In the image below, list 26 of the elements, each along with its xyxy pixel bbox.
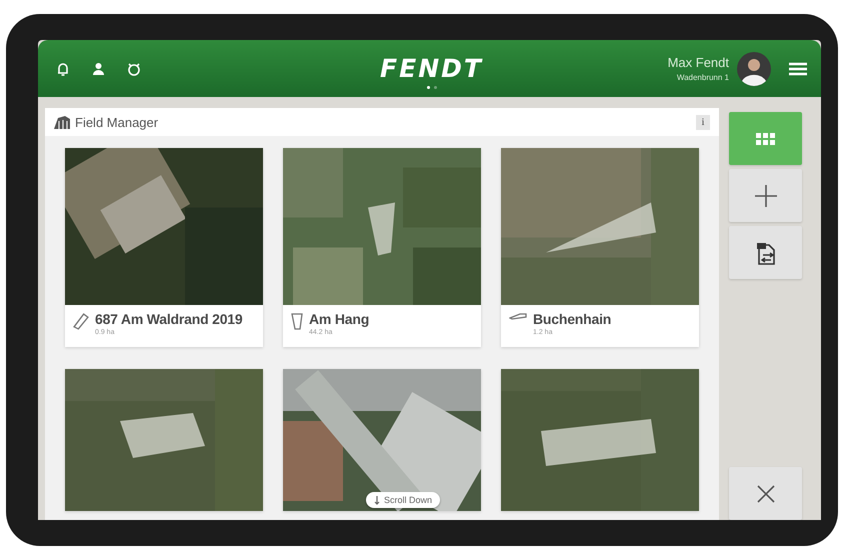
field-name: Am Hang bbox=[309, 311, 370, 327]
file-exchange-icon bbox=[756, 240, 776, 264]
menu-icon[interactable] bbox=[789, 62, 807, 76]
field-name: 687 Am Waldrand 2019 bbox=[95, 311, 242, 327]
field-icon bbox=[53, 115, 71, 129]
field-shape-icon bbox=[509, 313, 527, 320]
close-icon bbox=[756, 484, 776, 504]
grid-icon bbox=[756, 132, 775, 144]
field-shape-icon bbox=[73, 313, 89, 330]
arrow-down-icon bbox=[374, 496, 380, 504]
timer-icon[interactable] bbox=[127, 62, 141, 76]
info-button[interactable]: i bbox=[696, 114, 710, 130]
field-shape-icon bbox=[291, 313, 303, 330]
panel-title: Field Manager bbox=[75, 114, 160, 130]
scroll-down-button[interactable]: Scroll Down bbox=[366, 492, 440, 508]
import-button[interactable] bbox=[729, 226, 802, 279]
user-location: Wadenbrunn 1 bbox=[676, 73, 729, 82]
page-dot[interactable] bbox=[426, 86, 430, 89]
avatar[interactable] bbox=[737, 52, 771, 86]
bell-icon[interactable] bbox=[56, 62, 70, 76]
plus-icon bbox=[754, 184, 778, 208]
field-name: Buchenhain bbox=[533, 311, 612, 327]
page-dot[interactable] bbox=[434, 86, 436, 89]
person-icon[interactable] bbox=[92, 62, 105, 76]
brand-logo: FENDT bbox=[380, 54, 483, 83]
user-name: Max Fendt bbox=[668, 55, 729, 70]
